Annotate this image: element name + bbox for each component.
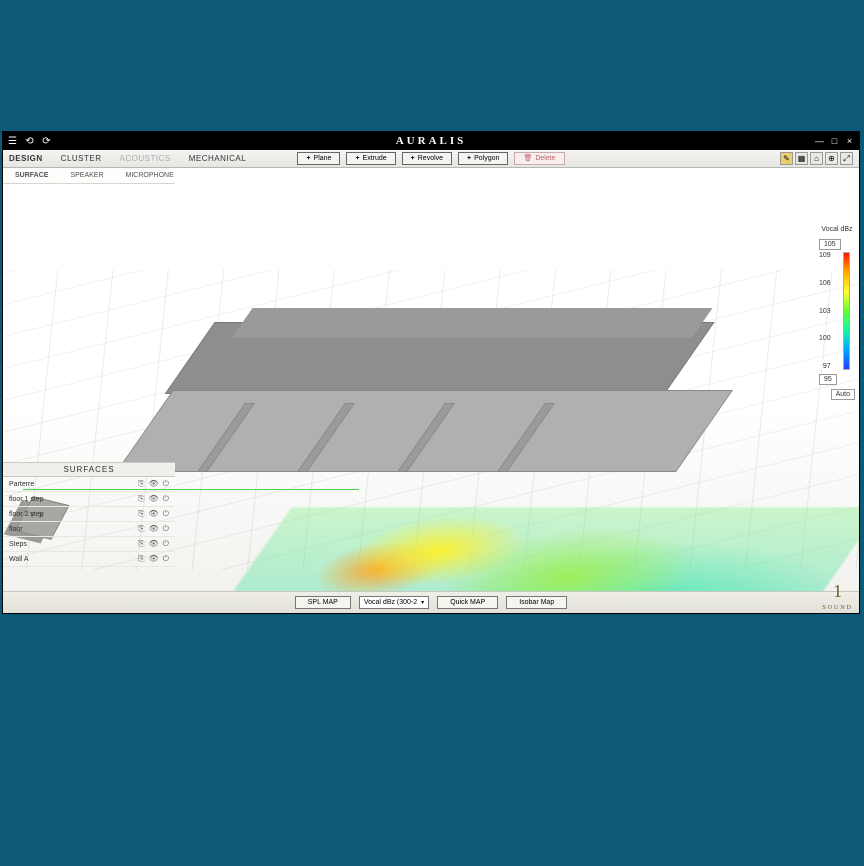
surface-controls: ⎘ 👁 ⏻ xyxy=(138,524,169,534)
app-window: ☰ ⟲ ⟳ AURALIS — □ × DESIGN CLUSTER ACOUS… xyxy=(2,131,860,614)
legend-tick: 100 xyxy=(819,335,831,342)
main-tabs: DESIGN CLUSTER ACOUSTICS MECHANICAL xyxy=(9,154,246,163)
revolve-button[interactable]: +Revolve xyxy=(402,152,452,165)
delete-button[interactable]: 🗑Delete xyxy=(514,152,564,165)
visibility-icon[interactable]: 👁 xyxy=(149,554,159,564)
subtab-speaker[interactable]: SPEAKER xyxy=(70,172,103,179)
brand-logo: 1 SOUND xyxy=(822,584,853,612)
legend-max-value[interactable]: 105 xyxy=(819,239,841,250)
metric-select[interactable]: Vocal dBz (300-2 xyxy=(359,596,429,609)
spl-heatmap xyxy=(184,507,859,591)
surfaces-title: SURFACES xyxy=(3,462,175,477)
surface-controls: ⎘ 👁 ⏻ xyxy=(138,479,169,489)
building-model xyxy=(223,308,803,591)
power-icon[interactable]: ⏻ xyxy=(163,494,169,504)
surface-row[interactable]: Wall A ⎘ 👁 ⏻ xyxy=(3,552,175,567)
app-title: AURALIS xyxy=(3,135,859,147)
view-toolbar: ✎ ▦ ⌂ ⊕ ⤢ xyxy=(780,152,853,165)
visibility-icon[interactable]: 👁 xyxy=(149,479,159,489)
plane-label: Plane xyxy=(314,153,332,164)
brand-number: 1 xyxy=(822,584,853,599)
surface-row[interactable]: Steps ⎘ 👁 ⏻ xyxy=(3,537,175,552)
lock-icon[interactable]: ⎘ xyxy=(138,479,144,489)
surface-controls: ⎘ 👁 ⏻ xyxy=(138,509,169,519)
lock-icon[interactable]: ⎘ xyxy=(138,539,144,549)
delete-label: Delete xyxy=(535,153,555,164)
titlebar: ☰ ⟲ ⟳ AURALIS — □ × xyxy=(3,132,859,150)
lock-icon[interactable]: ⎘ xyxy=(138,509,144,519)
polygon-button[interactable]: +Polygon xyxy=(458,152,508,165)
polygon-label: Polygon xyxy=(474,153,499,164)
target-icon[interactable]: ⊕ xyxy=(825,152,838,165)
surface-name: floor 1 step xyxy=(9,496,44,503)
subtab-microphone[interactable]: MICROPHONE xyxy=(126,172,174,179)
lock-icon[interactable]: ⎘ xyxy=(138,554,144,564)
surface-row[interactable]: floor ⎘ 👁 ⏻ xyxy=(3,522,175,537)
tab-cluster[interactable]: CLUSTER xyxy=(61,154,102,163)
restore-button[interactable]: □ xyxy=(829,136,840,147)
surface-controls: ⎘ 👁 ⏻ xyxy=(138,494,169,504)
expand-icon[interactable]: ⤢ xyxy=(840,152,853,165)
legend-tick: 106 xyxy=(819,280,831,287)
surface-name: floor xyxy=(9,526,23,533)
surface-row[interactable]: Parterre ⎘ 👁 ⏻ xyxy=(3,477,175,492)
surface-name: Wall A xyxy=(9,556,29,563)
surface-row[interactable]: floor 1 step ⎘ 👁 ⏻ xyxy=(3,492,175,507)
extrude-label: Extrude xyxy=(363,153,387,164)
power-icon[interactable]: ⏻ xyxy=(163,554,169,564)
power-icon[interactable]: ⏻ xyxy=(163,524,169,534)
bottombar: SPL MAP Vocal dBz (300-2 Quick MAP Isoba… xyxy=(3,591,859,613)
visibility-icon[interactable]: 👁 xyxy=(149,524,159,534)
surface-controls: ⎘ 👁 ⏻ xyxy=(138,554,169,564)
menubar: DESIGN CLUSTER ACOUSTICS MECHANICAL +Pla… xyxy=(3,150,859,168)
surface-name: Parterre xyxy=(9,481,34,488)
legend-tick: 103 xyxy=(819,308,831,315)
brand-word: SOUND xyxy=(822,605,853,611)
lock-icon[interactable]: ⎘ xyxy=(138,524,144,534)
legend-tick: 97 xyxy=(819,363,831,370)
quick-map-button[interactable]: Quick MAP xyxy=(437,596,498,609)
visibility-icon[interactable]: 👁 xyxy=(149,509,159,519)
sub-tabs: SURFACE SPEAKER MICROPHONE xyxy=(3,168,175,184)
revolve-label: Revolve xyxy=(418,153,443,164)
surface-controls: ⎘ 👁 ⏻ xyxy=(138,539,169,549)
measure-icon[interactable]: ✎ xyxy=(780,152,793,165)
visibility-icon[interactable]: 👁 xyxy=(149,539,159,549)
tab-acoustics[interactable]: ACOUSTICS xyxy=(120,154,171,163)
power-icon[interactable]: ⏻ xyxy=(163,509,169,519)
legend-ticks: 109 106 103 100 97 xyxy=(819,252,841,370)
viewport-3d[interactable]: Vocal dBz 105 109 106 103 100 97 95 Auto xyxy=(3,184,859,591)
bottombar-center: SPL MAP Vocal dBz (300-2 Quick MAP Isoba… xyxy=(3,596,859,609)
surface-row[interactable]: floor 2 step ⎘ 👁 ⏻ xyxy=(3,507,175,522)
home-view-icon[interactable]: ⌂ xyxy=(810,152,823,165)
power-icon[interactable]: ⏻ xyxy=(163,479,169,489)
spl-legend: Vocal dBz 105 109 106 103 100 97 95 Auto xyxy=(819,226,855,400)
legend-auto-button[interactable]: Auto xyxy=(831,389,855,400)
visibility-icon[interactable]: 👁 xyxy=(149,494,159,504)
minimize-button[interactable]: — xyxy=(814,136,825,147)
spl-map-button[interactable]: SPL MAP xyxy=(295,596,351,609)
surfaces-panel: SURFACES Parterre ⎘ 👁 ⏻ floor 1 step ⎘ 👁 ⏻ f… xyxy=(3,462,175,567)
lock-icon[interactable]: ⎘ xyxy=(138,494,144,504)
grid-icon[interactable]: ▦ xyxy=(795,152,808,165)
tab-design[interactable]: DESIGN xyxy=(9,154,43,163)
legend-tick: 109 xyxy=(819,252,831,259)
subtab-surface[interactable]: SURFACE xyxy=(15,172,48,179)
surface-name: floor 2 step xyxy=(9,511,44,518)
legend-title: Vocal dBz xyxy=(819,226,855,233)
surface-name: Steps xyxy=(9,541,27,548)
window-controls: — □ × xyxy=(814,136,855,147)
extrude-button[interactable]: +Extrude xyxy=(346,152,395,165)
tab-mechanical[interactable]: MECHANICAL xyxy=(189,154,246,163)
plane-button[interactable]: +Plane xyxy=(297,152,340,165)
legend-min-value[interactable]: 95 xyxy=(819,374,837,385)
power-icon[interactable]: ⏻ xyxy=(163,539,169,549)
isobar-map-button[interactable]: Isobar Map xyxy=(506,596,567,609)
close-button[interactable]: × xyxy=(844,136,855,147)
metric-select-value: Vocal dBz (300-2 xyxy=(364,599,417,606)
legend-color-bar xyxy=(843,252,850,370)
